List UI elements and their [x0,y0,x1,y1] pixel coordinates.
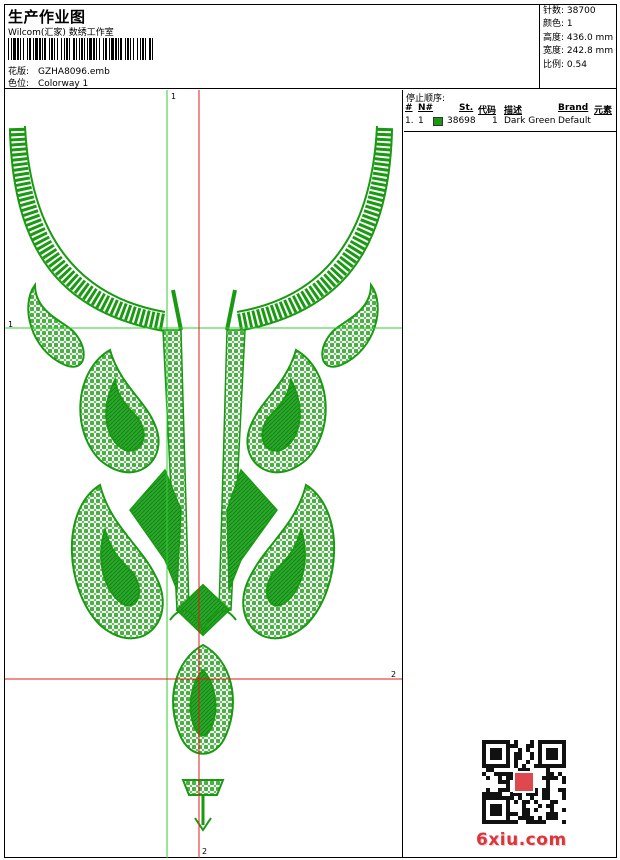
stop-sequence-header: # N# St. 代码 描述 Brand 元素 [404,103,616,116]
row-number: 1. [405,116,414,126]
row-description: Dark Green [504,116,556,126]
guide-label-v1: 1 [171,92,177,101]
stop-sequence-panel: 停止顺序: # N# St. 代码 描述 Brand 元素 1. 1 38698… [404,90,616,858]
barcode-image [8,38,153,60]
row-code: 1 [492,116,498,126]
studio-name: Wilcom(汇家) 数绣工作室 [8,28,114,38]
stat-scale: 比例: 0.54 [543,59,587,70]
thread-color-swatch [433,117,443,126]
embroidery-artwork [5,90,402,858]
sheet-header: 生产作业图 Wilcom(汇家) 数绣工作室 花版: GZHA8096.emb 色… [5,5,616,89]
col-elements: 元素 [594,106,613,116]
colorway-label: 色位: [8,79,30,89]
stat-label: 针数 [543,6,562,16]
pendant-drop [172,643,234,832]
stat-value: 0.54 [566,59,587,70]
col-number: # [405,103,413,113]
stat-width: 宽度: 242.8 mm [543,46,614,57]
col-description: 描述 [504,106,523,116]
design-preview: 1 1 2 2 [5,90,403,858]
table-divider [404,131,616,132]
sheet-title: 生产作业图 [8,8,86,26]
col-code: 代码 [478,106,497,116]
stat-stitches: 针数: 38700 [543,6,596,16]
row-stitches: 38698 [447,116,476,126]
stat-label: 高度 [543,32,562,43]
col-needle: N# [418,103,434,113]
col-stitches: St. [459,103,474,113]
stat-value: 1 [566,19,573,30]
small-paisleys [27,281,379,368]
neckline-band [9,125,393,333]
guide-label-h1: 1 [8,320,14,329]
header-info: 生产作业图 Wilcom(汇家) 数绣工作室 花版: GZHA8096.emb 色… [5,5,540,89]
stat-label: 宽度 [543,46,562,57]
colorway-value: Colorway 1 [38,79,89,89]
stat-label: 比例 [543,59,562,70]
stop-sequence-title: 停止顺序: [406,94,446,104]
table-row[interactable]: 1. 1 38698 1 Dark Green Default [404,116,616,129]
stat-height: 高度: 436.0 mm [543,32,614,43]
design-stats: 针数: 38700 颜色: 1 高度: 436.0 mm 宽度: 242.8 m… [541,5,616,89]
guide-label-v2: 2 [202,847,208,856]
stat-value: 38700 [566,6,596,16]
stat-colors: 颜色: 1 [543,19,573,30]
colorway-row: 色位: Colorway 1 [8,76,88,89]
stat-value: 242.8 mm [566,46,614,57]
production-sheet: 生产作业图 Wilcom(汇家) 数绣工作室 花版: GZHA8096.emb 色… [4,4,617,858]
row-brand: Default [558,116,591,126]
medium-paisleys [79,348,327,474]
guide-label-h2: 2 [391,670,397,679]
qr-code-image [482,740,566,824]
site-watermark: 6xiu.com [476,830,567,850]
row-needle: 1 [418,116,424,126]
stat-label: 颜色 [543,19,562,30]
stat-value: 436.0 mm [566,32,614,43]
col-brand: Brand [558,103,589,113]
